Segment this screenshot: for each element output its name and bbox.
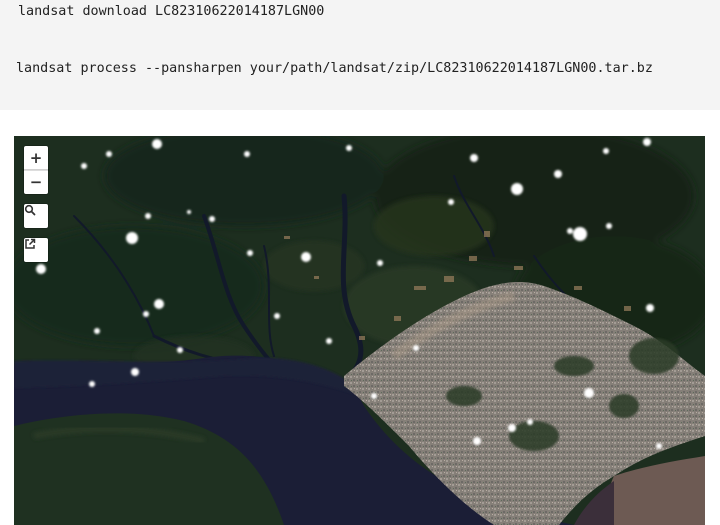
satellite-map[interactable]: + − xyxy=(14,136,705,525)
search-button[interactable] xyxy=(24,204,48,228)
external-link-icon xyxy=(25,238,36,249)
share-button[interactable] xyxy=(24,238,48,262)
satellite-imagery xyxy=(14,136,705,525)
download-command: landsat download LC82310622014187LGN00 xyxy=(18,4,325,19)
plus-icon: + xyxy=(29,148,43,167)
code-block: landsat download LC82310622014187LGN00 l… xyxy=(0,0,720,110)
process-command: landsat process --pansharpen your/path/l… xyxy=(16,61,653,76)
minus-icon: − xyxy=(29,173,43,191)
zoom-out-button[interactable]: − xyxy=(24,170,48,194)
search-icon xyxy=(24,204,36,216)
zoom-in-button[interactable]: + xyxy=(24,146,48,170)
